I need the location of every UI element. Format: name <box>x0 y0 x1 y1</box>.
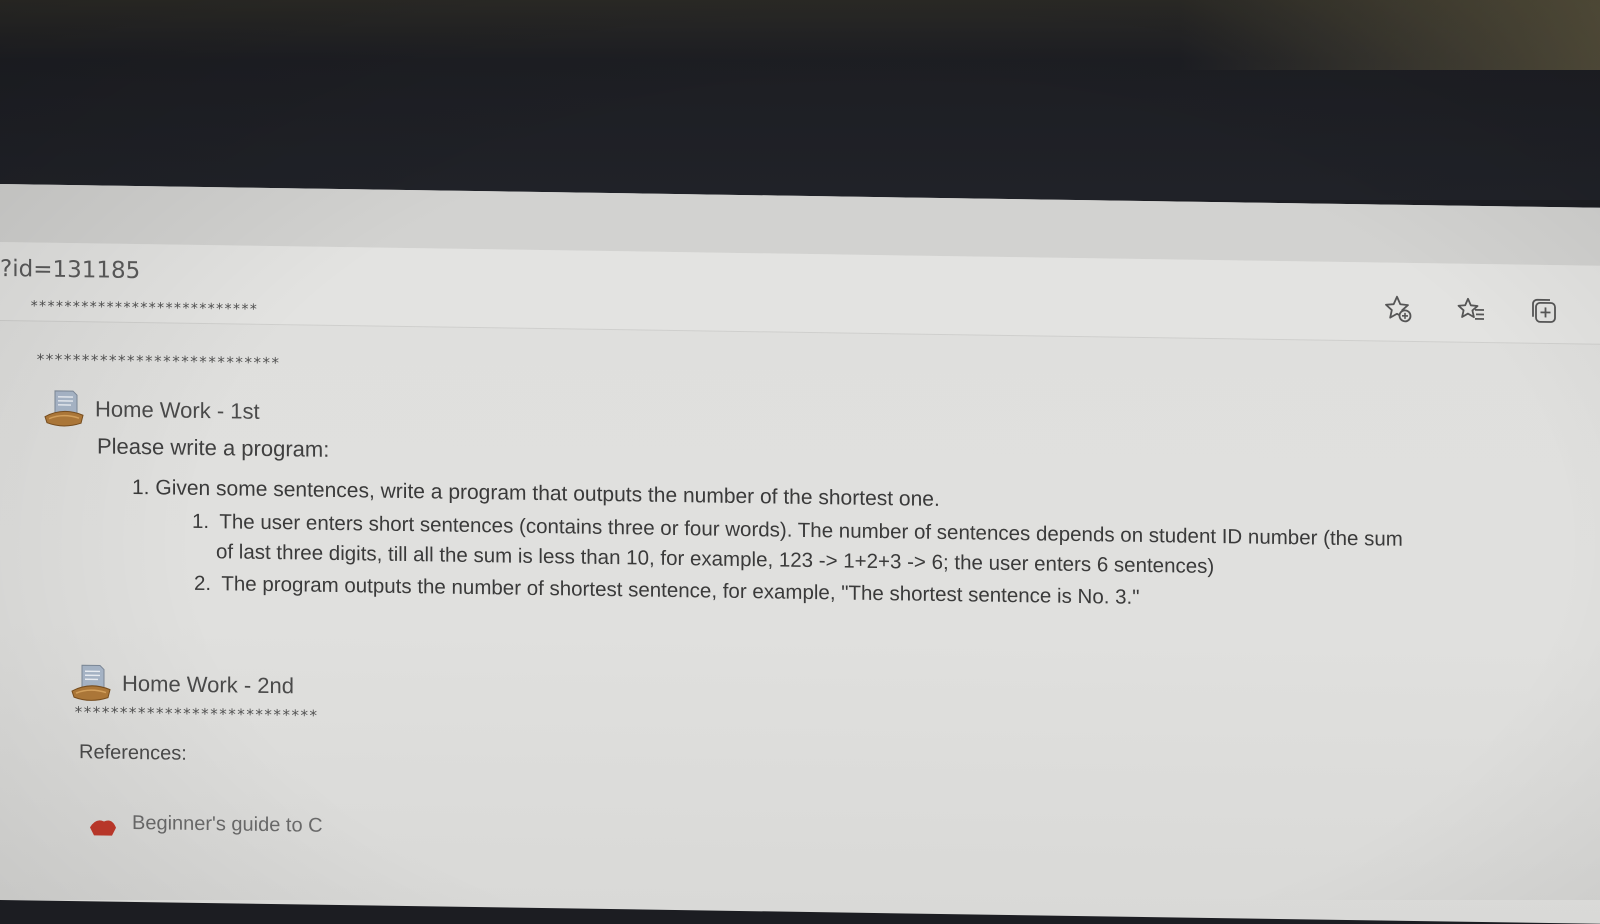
divider-stars: *************************** <box>36 350 280 373</box>
browser-window: ?id=131185 *************************** *… <box>0 184 1600 924</box>
url-text[interactable]: ?id=131185 <box>0 256 140 284</box>
pdf-file-icon <box>90 820 116 836</box>
favorites-list-icon[interactable] <box>1455 294 1487 326</box>
background-glare <box>1180 0 1600 70</box>
sub-list-item-number: 2. <box>194 571 212 596</box>
homework-2-item[interactable]: Home Work - 2nd <box>70 663 294 706</box>
assignment-icon <box>44 390 84 427</box>
list-item-number: 1. <box>132 475 150 500</box>
reference-link[interactable]: Beginner's guide to C <box>132 812 323 838</box>
list-item-text: Given some sentences, write a program th… <box>155 476 940 511</box>
course-content: *************************** Home Work - … <box>0 320 1600 924</box>
assignment-intro: Please write a program: <box>97 433 330 462</box>
homework-1-item[interactable]: Home Work - 1st <box>43 389 260 432</box>
add-to-favorites-icon[interactable] <box>1382 293 1414 325</box>
divider-stars: *************************** <box>30 298 258 318</box>
collections-icon[interactable] <box>1528 295 1560 327</box>
homework-2-link[interactable]: Home Work - 2nd <box>122 671 294 700</box>
assignment-icon <box>71 664 111 701</box>
divider-stars: *************************** <box>74 703 318 725</box>
monitor-bezel <box>0 0 1600 200</box>
references-label: References: <box>79 741 187 765</box>
sub-list-item-number: 1. <box>192 509 210 534</box>
homework-1-link[interactable]: Home Work - 1st <box>95 396 260 424</box>
